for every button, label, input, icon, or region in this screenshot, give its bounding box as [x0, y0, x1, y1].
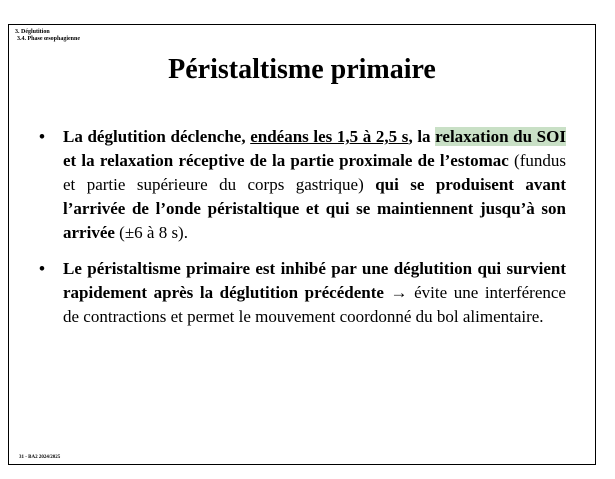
bullet-text-bold: La déglutition déclenche, [63, 127, 251, 146]
timing-underlined: endéans les 1,5 à 2,5 s [250, 127, 409, 146]
bullet-item: • Le péristaltisme primaire est inhibé p… [39, 257, 566, 329]
bullet-text-bold: et la relaxation réceptive de la partie … [63, 151, 509, 170]
subsection-title: 3.4. Phase œsophagienne [17, 36, 81, 42]
section-title: 3. Déglutition [15, 29, 50, 35]
slide: 3. Déglutition 3.4. Phase œsophagienne P… [8, 24, 596, 465]
highlighted-term: relaxation du SOI [435, 127, 566, 146]
section-breadcrumb: 3. Déglutition 3.4. Phase œsophagienne [15, 29, 80, 43]
bullet-text-bold: , la [408, 127, 436, 146]
bullet-marker: • [39, 127, 45, 146]
bullet-marker: • [39, 259, 45, 278]
bullet-item: • La déglutition déclenche, endéans les … [39, 125, 566, 245]
slide-title: Péristaltisme primaire [168, 54, 436, 85]
slide-footer: 31 - BA2 2024/2025 [19, 455, 61, 460]
bullet-list: • La déglutition déclenche, endéans les … [39, 125, 566, 341]
bullet-text-normal: (±6 à 8 s). [114, 223, 188, 242]
